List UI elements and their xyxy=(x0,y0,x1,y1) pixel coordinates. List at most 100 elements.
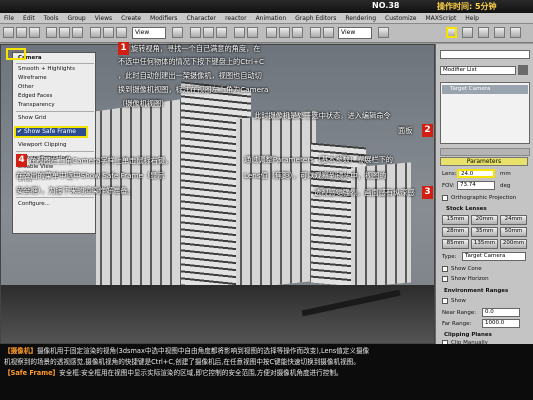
menu-rendering[interactable]: Rendering xyxy=(345,15,376,22)
lens-20mm-button[interactable]: 20mm xyxy=(471,215,498,225)
curve-editor-icon[interactable] xyxy=(279,27,290,38)
camera-label-highlight xyxy=(6,48,26,60)
ctx-wireframe[interactable]: Wireframe xyxy=(18,75,47,81)
ctx-show-safe-frame[interactable]: ✔ Show Safe Frame xyxy=(14,126,88,138)
main-toolbar: View View xyxy=(0,24,533,43)
near-range-spinner[interactable]: 0.0 xyxy=(482,308,520,317)
material-editor-icon[interactable] xyxy=(310,27,321,38)
caption-camera-text: 摄像机用于固定渲染的视角(3dsmax中选中视图中自由角度都将影响到视图的选择等… xyxy=(36,347,370,355)
lens-35mm-button[interactable]: 35mm xyxy=(471,227,498,237)
ctx-smooth-highlights[interactable]: Smooth + Highlights xyxy=(18,66,75,72)
caption-line-2: 机视察到的场景的透视感觉,摄像机视角的快捷键是Ctrl+C,创建了摄像机后,在任… xyxy=(4,358,360,366)
modifier-stack: Target Camera xyxy=(440,82,530,144)
fov-label: FOV: xyxy=(442,183,455,189)
lens-135mm-button[interactable]: 135mm xyxy=(471,239,498,249)
far-range-spinner[interactable]: 1000.0 xyxy=(482,319,520,328)
mirror-icon[interactable] xyxy=(234,27,245,38)
stack-item-target-camera[interactable]: Target Camera xyxy=(442,85,528,94)
menu-maxscript[interactable]: MAXScript xyxy=(426,15,457,22)
orthographic-label: Orthographic Projection xyxy=(451,195,517,201)
lens-50mm-button[interactable]: 50mm xyxy=(500,227,527,237)
modify-panel-icon[interactable] xyxy=(446,27,457,38)
parameters-rollout-header[interactable]: Parameters xyxy=(440,157,528,166)
note-1-line-2: 不选中任何物体的情况下按下键盘上的Ctrl+C xyxy=(118,57,265,66)
redo-icon[interactable] xyxy=(16,27,27,38)
show-horizon-checkbox[interactable] xyxy=(442,276,448,282)
command-panel: Modifier List Target Camera xyxy=(435,44,533,344)
move-icon[interactable] xyxy=(90,27,101,38)
render-scene-icon[interactable] xyxy=(323,27,334,38)
fov-spinner[interactable]: 73.74 xyxy=(457,181,495,190)
color-swatch[interactable] xyxy=(518,65,528,75)
percent-snap-icon[interactable] xyxy=(216,27,227,38)
menu-animation[interactable]: Animation xyxy=(256,15,287,22)
modifier-list-dropdown[interactable]: Modifier List xyxy=(440,66,516,75)
schematic-icon[interactable] xyxy=(292,27,303,38)
lens-label: Lens: xyxy=(442,171,457,177)
snap-icon[interactable] xyxy=(190,27,201,38)
ctx-transparency[interactable]: Transparency xyxy=(18,102,55,108)
select-icon[interactable] xyxy=(46,27,57,38)
building-center xyxy=(236,110,316,290)
note-3-line-1: 通过调整Parameters（基本参数）卷展栏下的 xyxy=(244,155,393,164)
ctx-show-grid[interactable]: Show Grid xyxy=(18,115,46,121)
ctx-other[interactable]: Other xyxy=(18,84,34,90)
caption-safeframe-term: 【Safe Frame】 xyxy=(4,369,60,377)
render-type-dropdown[interactable]: View xyxy=(338,27,372,39)
show-cone-label: Show Cone xyxy=(451,266,482,272)
menu-file[interactable]: File xyxy=(4,15,14,22)
clipping-planes-title: Clipping Planes xyxy=(444,332,492,338)
undo-icon[interactable] xyxy=(3,27,14,38)
motion-panel-icon[interactable] xyxy=(494,27,505,38)
menu-modifiers[interactable]: Modifiers xyxy=(150,15,177,22)
menu-tools[interactable]: Tools xyxy=(44,15,59,22)
pivot-icon[interactable] xyxy=(172,27,183,38)
step-number: NO.38 xyxy=(372,1,400,10)
note-4-line-1: 在视图左上角Camera字样上单击鼠标右键， xyxy=(29,156,173,165)
lens-28mm-button[interactable]: 28mm xyxy=(442,227,469,237)
ctx-viewport-clipping[interactable]: Viewport Clipping xyxy=(18,142,66,148)
menu-edit[interactable]: Edit xyxy=(23,15,35,22)
environment-ranges-title: Environment Ranges xyxy=(444,288,509,294)
lens-spinner[interactable]: 24.0 xyxy=(457,169,495,178)
note-4-line-3: 安全框），为接下来的渲染作好准备。 xyxy=(16,186,135,195)
scale-icon[interactable] xyxy=(116,27,127,38)
menu-bar: File Edit Tools Group Views Create Modif… xyxy=(0,13,533,24)
ctx-configure[interactable]: Configure... xyxy=(18,201,50,207)
create-panel-icon[interactable] xyxy=(462,27,473,38)
orthographic-checkbox[interactable] xyxy=(442,195,448,201)
angle-snap-icon[interactable] xyxy=(203,27,214,38)
menu-help[interactable]: Help xyxy=(465,15,479,22)
ground-plane xyxy=(1,285,434,343)
lens-200mm-button[interactable]: 200mm xyxy=(500,239,527,249)
menu-graph-editors[interactable]: Graph Editors xyxy=(295,15,336,22)
layer-icon[interactable] xyxy=(266,27,277,38)
note-4-line-2: 在弹出的菜单中选中Show Safe Frame（显示 xyxy=(16,171,165,180)
menu-customize[interactable]: Customize xyxy=(385,15,417,22)
camera-type-dropdown[interactable]: Target Camera xyxy=(462,252,526,261)
show-cone-checkbox[interactable] xyxy=(442,266,448,272)
quick-render-icon[interactable] xyxy=(378,27,389,38)
lens-85mm-button[interactable]: 85mm xyxy=(442,239,469,249)
rotate-icon[interactable] xyxy=(103,27,114,38)
menu-create[interactable]: Create xyxy=(121,15,141,22)
region-select-icon[interactable] xyxy=(72,27,83,38)
hierarchy-panel-icon[interactable] xyxy=(478,27,489,38)
object-name-field[interactable] xyxy=(440,50,530,59)
menu-views[interactable]: Views xyxy=(95,15,112,22)
reference-coord-dropdown[interactable]: View xyxy=(132,27,166,39)
ctx-edged-faces[interactable]: Edged Faces xyxy=(18,93,52,99)
select-by-name-icon[interactable] xyxy=(59,27,70,38)
lens-15mm-button[interactable]: 15mm xyxy=(442,215,469,225)
select-link-icon[interactable] xyxy=(29,27,40,38)
menu-group[interactable]: Group xyxy=(67,15,85,22)
menu-character[interactable]: Character xyxy=(186,15,216,22)
menu-reactor[interactable]: reactor xyxy=(225,15,247,22)
far-range-label: Far Range: xyxy=(442,321,472,327)
note-2-line-1: 此时摄像机是处于选中状态，进入编辑命令 xyxy=(254,111,391,120)
env-show-checkbox[interactable] xyxy=(442,298,448,304)
align-icon[interactable] xyxy=(247,27,258,38)
stack-toolbar xyxy=(440,148,530,156)
utilities-panel-icon[interactable] xyxy=(510,27,521,38)
lens-24mm-button[interactable]: 24mm xyxy=(500,215,527,225)
